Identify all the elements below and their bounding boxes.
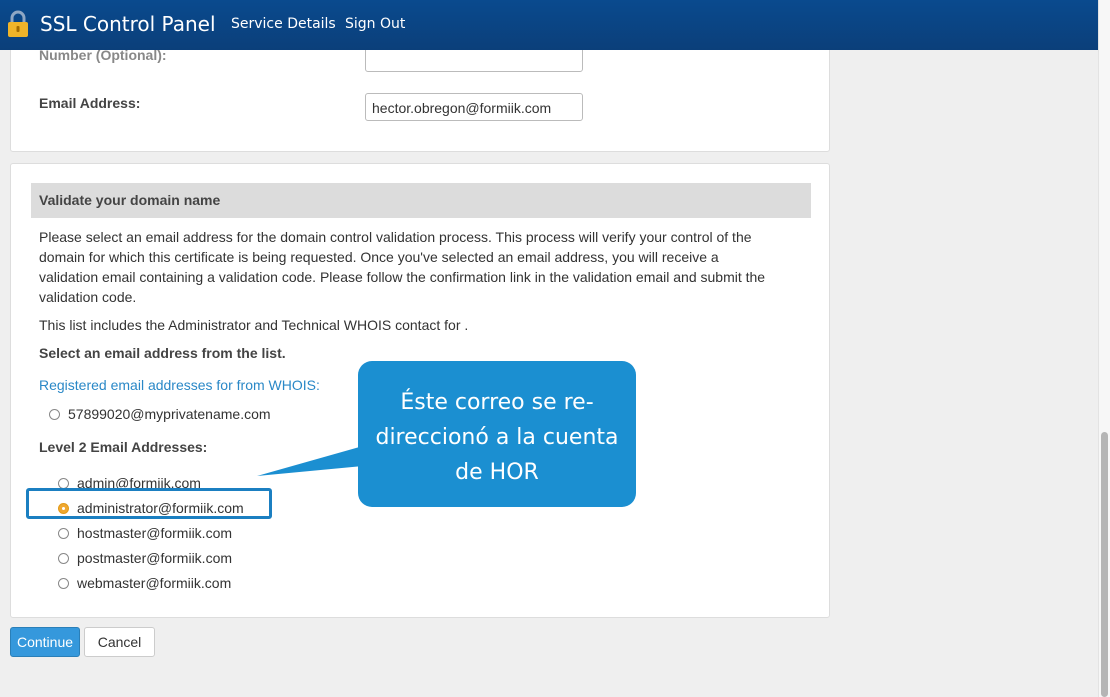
email-address-input[interactable]: hector.obregon@formiik.com (365, 93, 583, 121)
callout-line-2: direccionó a la cuenta (375, 425, 619, 450)
callout-line-1: Éste correo se re- (400, 390, 594, 415)
scrollbar[interactable] (1098, 0, 1110, 697)
whois-heading: Registered email addresses for from WHOI… (39, 377, 320, 393)
radio-button[interactable] (49, 408, 60, 420)
callout-pointer (257, 446, 363, 476)
radio-button[interactable] (58, 527, 69, 539)
callout-bubble: Éste correo se re- direccionó a la cuent… (358, 361, 636, 507)
top-navbar: SSL Control Panel Service Details Sign O… (0, 0, 1098, 50)
select-prompt: Select an email address from the list. (39, 345, 286, 361)
nav-service-details[interactable]: Service Details (231, 16, 336, 32)
selection-highlight-box (26, 488, 272, 519)
radio-label: hostmaster@formiik.com (77, 525, 233, 541)
radio-option-whois[interactable]: 57899020@myprivatename.com (49, 405, 271, 423)
lock-icon (8, 10, 28, 37)
cancel-button[interactable]: Cancel (84, 627, 155, 657)
validation-description: Please select an email address for the d… (39, 229, 766, 305)
radio-label: webmaster@formiik.com (77, 575, 232, 591)
brand-title[interactable]: SSL Control Panel (40, 12, 216, 36)
radio-label: postmaster@formiik.com (77, 550, 233, 566)
continue-button[interactable]: Continue (10, 627, 80, 657)
nav-sign-out[interactable]: Sign Out (345, 16, 405, 32)
radio-button[interactable] (58, 577, 69, 589)
section-heading: Validate your domain name (31, 183, 811, 218)
radio-label: 57899020@myprivatename.com (68, 406, 271, 422)
radio-option-webmaster[interactable]: webmaster@formiik.com (58, 574, 231, 592)
scrollbar-thumb[interactable] (1101, 432, 1108, 697)
radio-button[interactable] (58, 552, 69, 564)
radio-option-hostmaster[interactable]: hostmaster@formiik.com (58, 524, 232, 542)
email-address-label: Email Address: (39, 95, 141, 111)
whois-note: This list includes the Administrator and… (39, 317, 469, 333)
radio-option-postmaster[interactable]: postmaster@formiik.com (58, 549, 232, 567)
callout-line-3: de HOR (455, 460, 539, 485)
